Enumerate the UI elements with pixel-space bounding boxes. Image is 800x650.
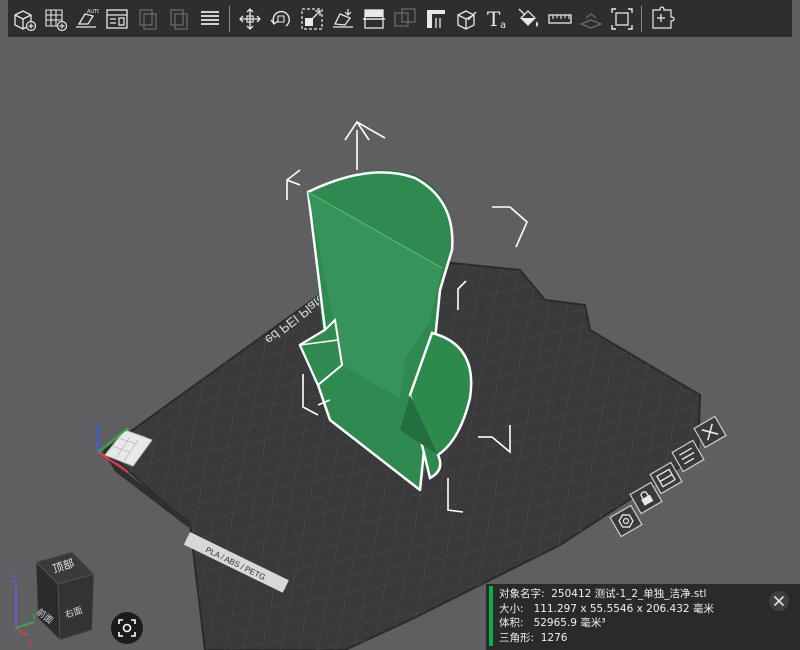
axis-y-label: Y bbox=[31, 613, 37, 622]
object-triangles-row: 三角形: 1276 bbox=[499, 631, 714, 646]
boolean-icon[interactable] bbox=[390, 4, 420, 34]
cut-icon[interactable] bbox=[359, 4, 389, 34]
svg-text:T: T bbox=[487, 7, 501, 31]
view-cube[interactable]: 顶部 前面 右面 Z X Y bbox=[6, 548, 96, 648]
object-volume-value: 52965.9 毫米³ bbox=[533, 617, 606, 629]
auto-arrange-icon[interactable]: AUTO bbox=[71, 4, 101, 34]
add-object-icon[interactable] bbox=[9, 4, 39, 34]
object-name-row: 对象名字: 250412 测试-1_2_单独_洁净.stl bbox=[499, 587, 714, 602]
svg-text:a: a bbox=[500, 20, 506, 31]
color-paint-icon[interactable] bbox=[514, 4, 544, 34]
view-cube-axes: Z X Y bbox=[11, 575, 37, 648]
add-plate-icon[interactable] bbox=[40, 4, 70, 34]
measure-icon[interactable] bbox=[545, 4, 575, 34]
object-list-icon[interactable] bbox=[195, 4, 225, 34]
split-parts-icon[interactable] bbox=[647, 4, 677, 34]
object-size-row: 大小: 111.297 x 55.5546 x 206.432 毫米 bbox=[499, 602, 714, 617]
svg-text:AUTO: AUTO bbox=[87, 9, 99, 15]
copy-icon[interactable] bbox=[133, 4, 163, 34]
lay-on-face-icon[interactable] bbox=[328, 4, 358, 34]
object-volume-row: 体积: 52965.9 毫米³ bbox=[499, 616, 714, 631]
object-name-value: 250412 测试-1_2_单独_洁净.stl bbox=[551, 588, 707, 600]
toolbar-separator bbox=[229, 5, 230, 32]
object-volume-label: 体积: bbox=[499, 617, 524, 629]
object-name-label: 对象名字: bbox=[499, 588, 545, 600]
object-size-label: 大小: bbox=[499, 602, 524, 615]
rotate-icon[interactable] bbox=[266, 4, 296, 34]
main-toolbar: AUTO bbox=[8, 0, 792, 37]
toolbar-separator bbox=[641, 5, 642, 32]
move-icon[interactable] bbox=[235, 4, 265, 34]
paste-icon[interactable] bbox=[164, 4, 194, 34]
axis-z-label: Z bbox=[11, 575, 17, 585]
object-triangles-label: 三角形: bbox=[499, 631, 535, 644]
fit-view-icon[interactable] bbox=[607, 4, 637, 34]
axis-x-label: X bbox=[27, 639, 33, 648]
close-icon[interactable] bbox=[768, 590, 790, 612]
3d-viewport[interactable]: ed PEI Plate PLA / ABS / PETG AUT T a 顶部… bbox=[0, 0, 800, 650]
text-icon[interactable]: Ta bbox=[483, 4, 513, 34]
object-size-value: 111.297 x 55.5546 x 206.432 毫米 bbox=[533, 602, 714, 615]
screenshot-icon bbox=[118, 619, 136, 637]
build-scene[interactable]: ed PEI Plate PLA / ABS / PETG bbox=[0, 0, 800, 650]
screenshot-button[interactable] bbox=[111, 612, 143, 644]
assembly-icon[interactable] bbox=[576, 4, 606, 34]
object-triangles-value: 1276 bbox=[540, 631, 568, 644]
support-paint-icon[interactable] bbox=[421, 4, 451, 34]
object-info-panel: 对象名字: 250412 测试-1_2_单独_洁净.stl 大小: 111.29… bbox=[486, 584, 800, 650]
plate-layout-icon[interactable] bbox=[102, 4, 132, 34]
scale-icon[interactable] bbox=[297, 4, 327, 34]
seam-paint-icon[interactable] bbox=[452, 4, 482, 34]
info-accent-bar bbox=[489, 586, 493, 646]
